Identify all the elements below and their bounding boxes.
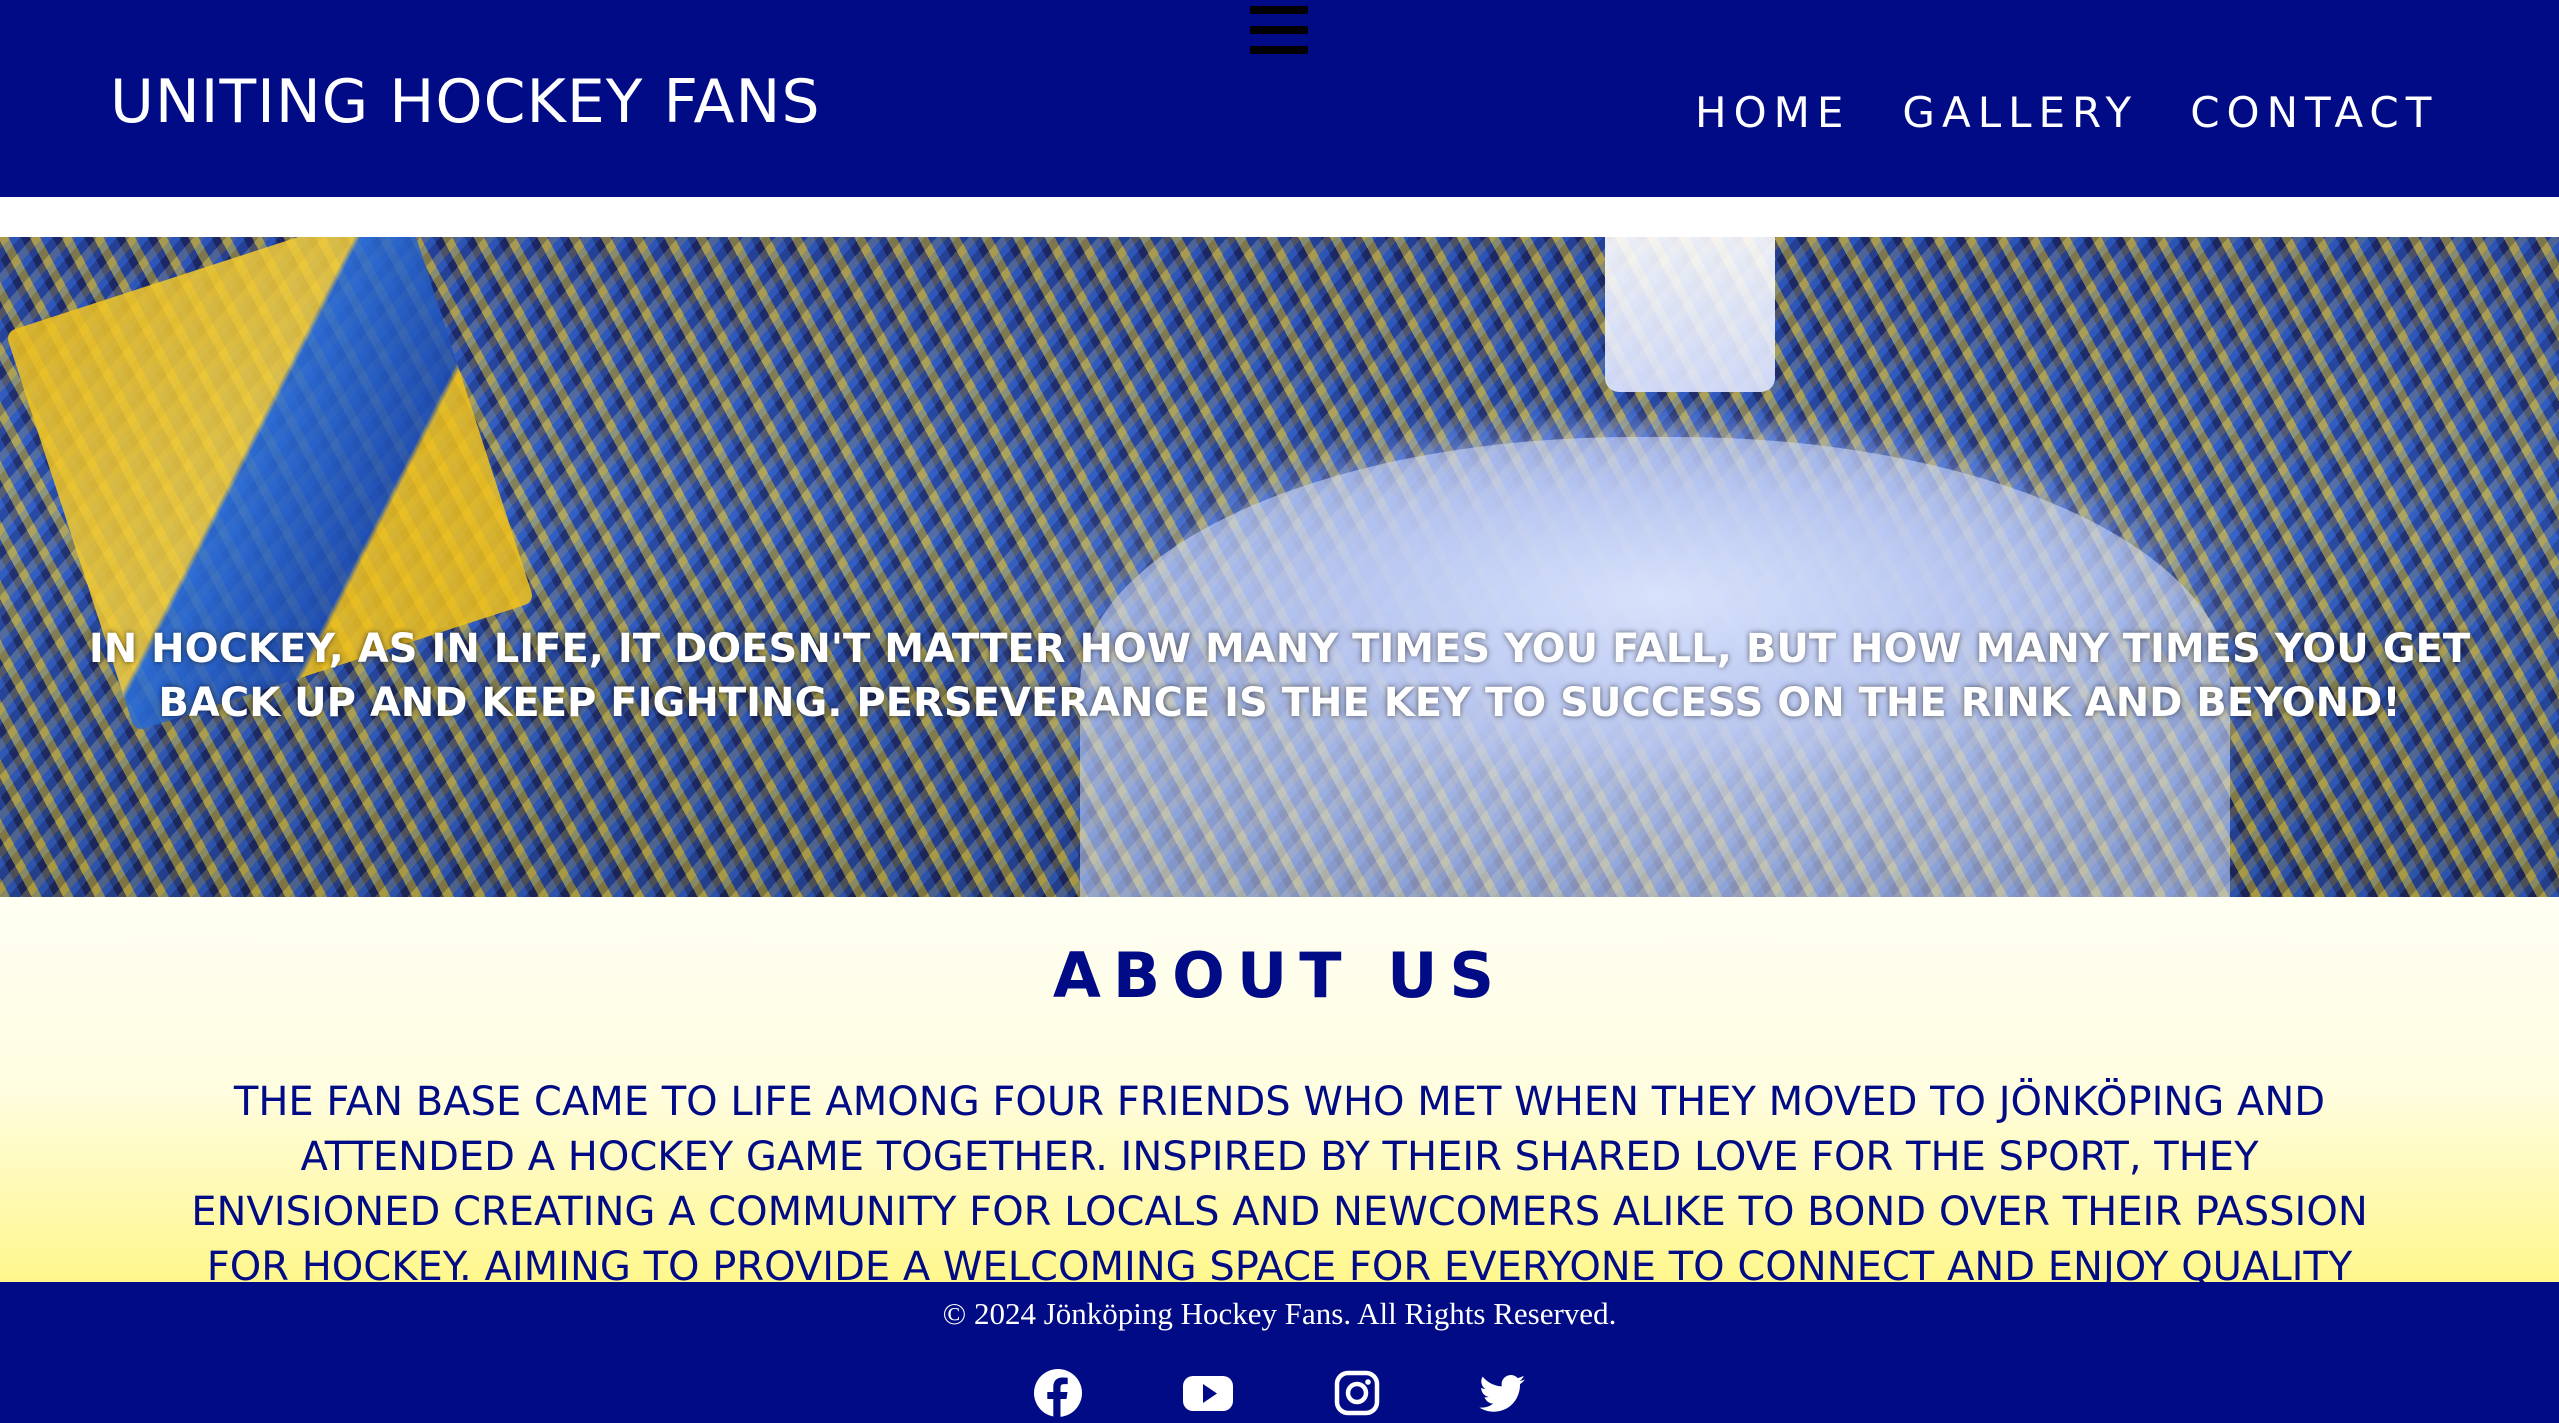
- about-paragraph: THE FAN BASE CAME TO LIFE AMONG FOUR FRI…: [191, 1079, 2368, 1282]
- menu-bar: [1250, 26, 1308, 34]
- youtube-icon[interactable]: [1183, 1368, 1233, 1418]
- site-title: UNITING HOCKEY FANS: [110, 67, 821, 137]
- site-header: UNITING HOCKEY FANS HOME GALLERY CONTACT: [0, 0, 2559, 197]
- nav-contact-link[interactable]: CONTACT: [2190, 92, 2438, 134]
- facebook-icon[interactable]: [1033, 1368, 1083, 1418]
- instagram-icon[interactable]: [1332, 1368, 1382, 1418]
- menu-bar: [1250, 6, 1308, 14]
- nav-home-link[interactable]: HOME: [1695, 92, 1850, 134]
- twitter-icon[interactable]: [1477, 1368, 1527, 1418]
- site-footer: © 2024 Jönköping Hockey Fans. All Rights…: [0, 1282, 2559, 1423]
- hero-banner-image: IN HOCKEY, AS IN LIFE, IT DOESN'T MATTER…: [0, 237, 2559, 897]
- about-heading: ABOUT US: [1052, 939, 1507, 1012]
- nav-gallery-link[interactable]: GALLERY: [1902, 92, 2138, 134]
- hero-scoreboard: [1605, 237, 1775, 392]
- hamburger-menu-icon[interactable]: [1250, 6, 1308, 54]
- menu-bar: [1250, 46, 1308, 54]
- about-section: ABOUT US THE FAN BASE CAME TO LIFE AMONG…: [0, 897, 2559, 1282]
- copyright-text: © 2024 Jönköping Hockey Fans. All Rights…: [942, 1296, 1617, 1331]
- main-nav: HOME GALLERY CONTACT: [1695, 92, 2438, 134]
- hero-quote: IN HOCKEY, AS IN LIFE, IT DOESN'T MATTER…: [88, 626, 2471, 726]
